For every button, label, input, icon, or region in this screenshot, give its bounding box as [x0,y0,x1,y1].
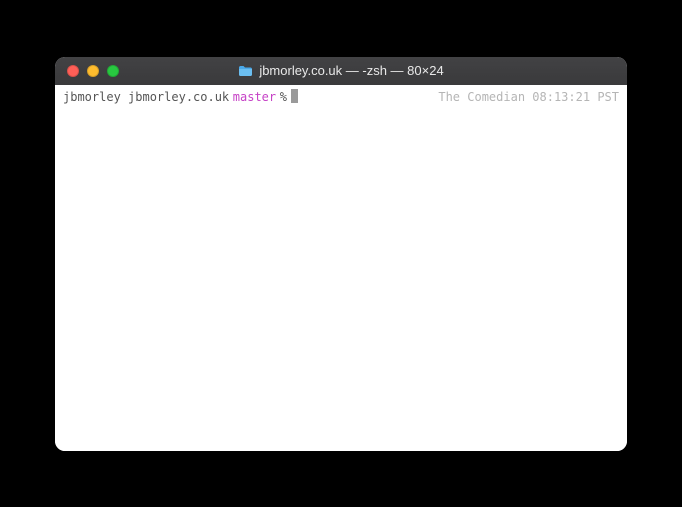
prompt-separator [121,89,128,106]
right-prompt-hostname: The Comedian [438,90,525,104]
folder-icon [238,65,253,77]
prompt-symbol: % [276,89,287,106]
minimize-button[interactable] [87,65,99,77]
prompt-user: jbmorley [63,89,121,106]
traffic-lights [55,65,119,77]
right-prompt-tz: PST [597,90,619,104]
prompt-left: jbmorley jbmorley.co.uk master % [63,89,298,106]
zoom-button[interactable] [107,65,119,77]
titlebar[interactable]: jbmorley.co.uk — -zsh — 80×24 [55,57,627,85]
prompt-git-branch: master [229,89,276,106]
right-prompt-time: 08:13:21 [532,90,590,104]
prompt-host: jbmorley.co.uk [128,89,229,106]
close-button[interactable] [67,65,79,77]
window-title-wrap: jbmorley.co.uk — -zsh — 80×24 [55,63,627,78]
prompt-right: The Comedian 08:13:21 PST [438,89,619,106]
terminal-body[interactable]: jbmorley jbmorley.co.uk master % The Com… [55,85,627,451]
terminal-window: jbmorley.co.uk — -zsh — 80×24 jbmorley j… [55,57,627,451]
terminal-cursor [291,89,298,103]
window-title: jbmorley.co.uk — -zsh — 80×24 [259,63,443,78]
prompt-line: jbmorley jbmorley.co.uk master % The Com… [63,89,619,106]
